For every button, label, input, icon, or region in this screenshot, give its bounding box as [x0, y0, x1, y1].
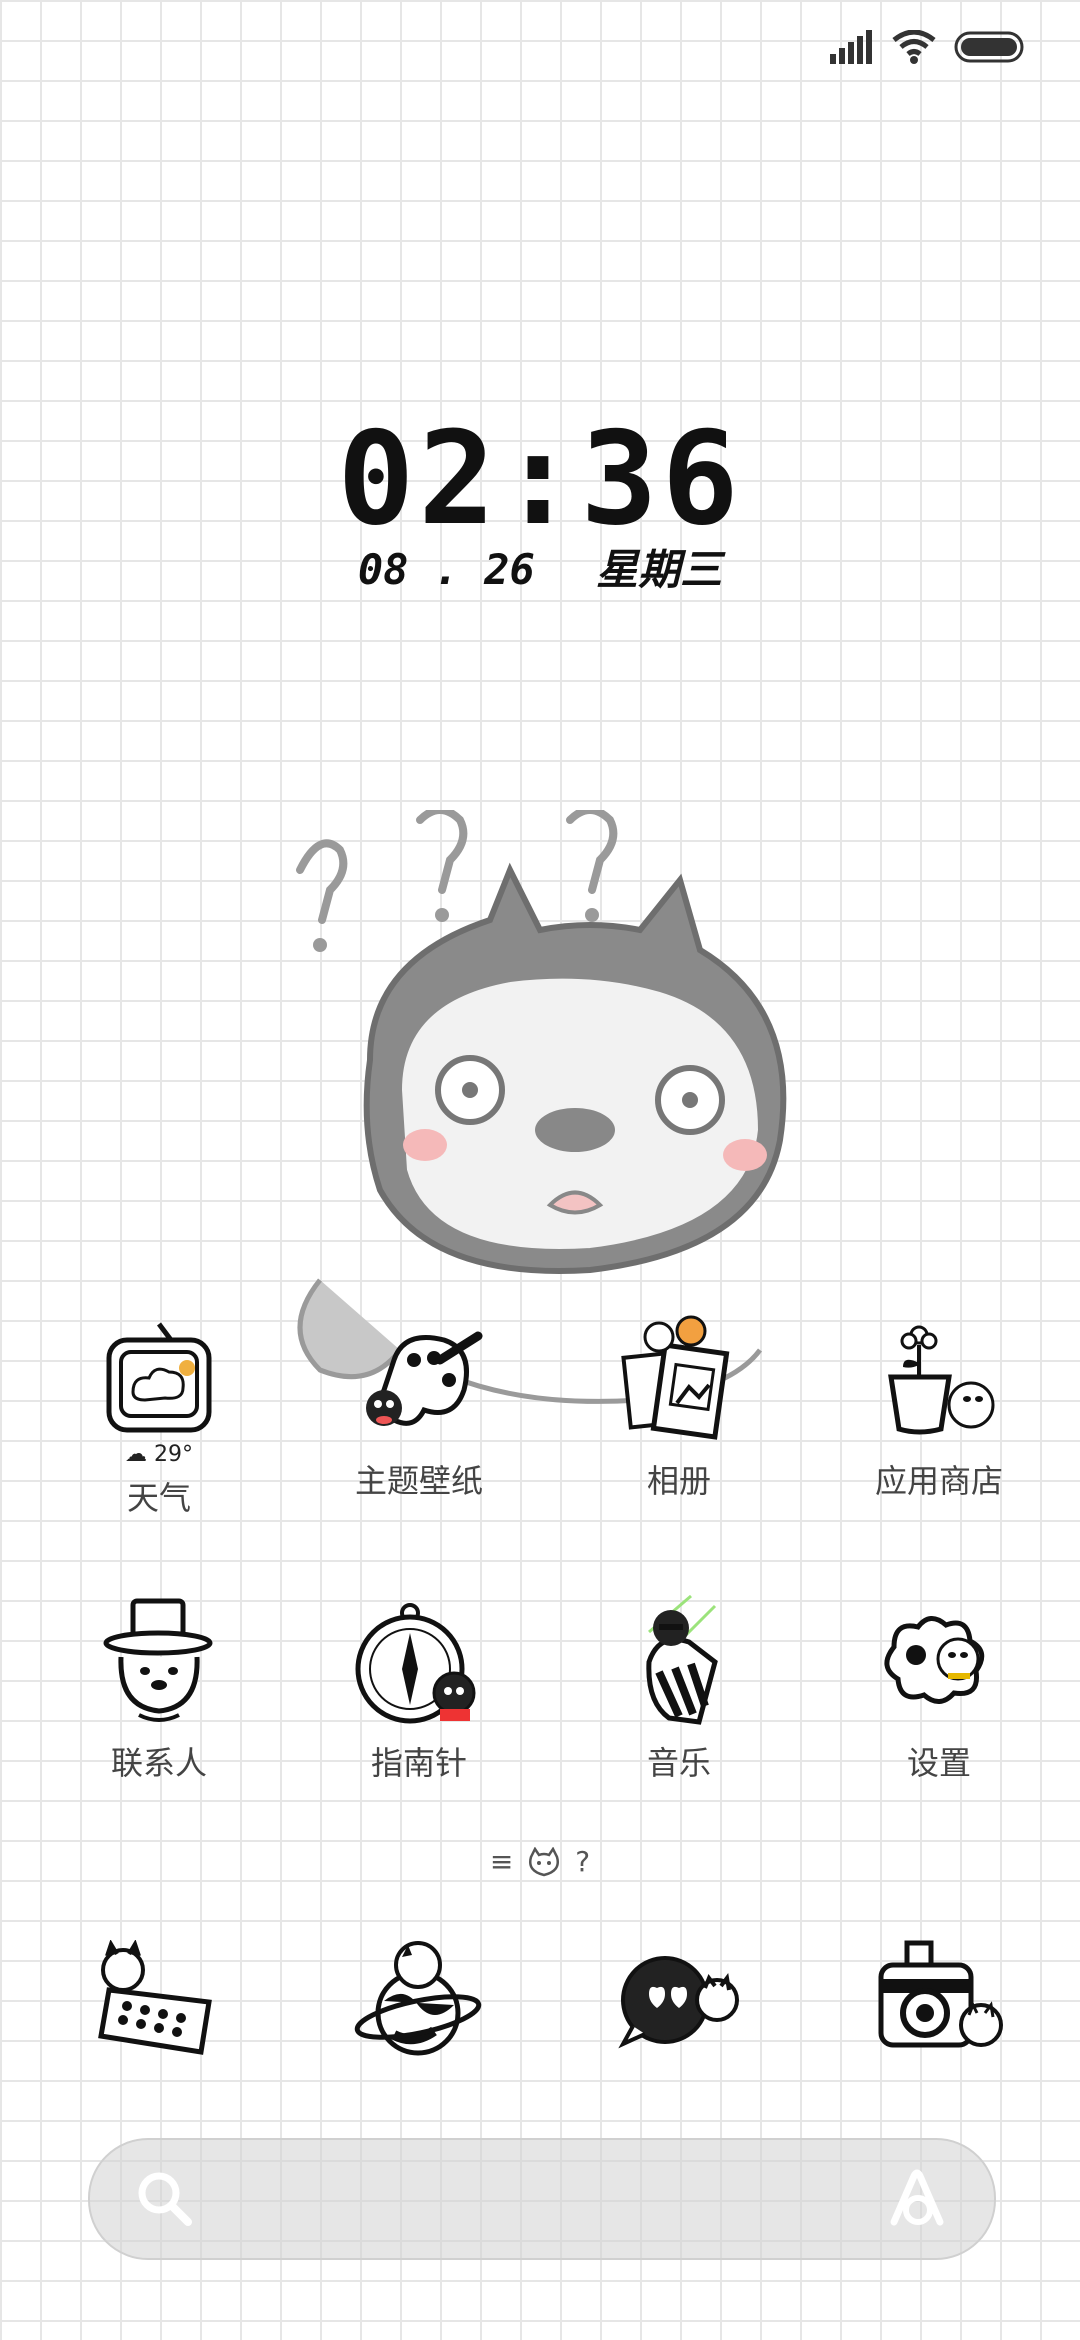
clock-date: 08 . 26 星期三 [0, 536, 1080, 597]
dock-browser[interactable] [292, 1930, 546, 2080]
search-icon [138, 2172, 192, 2226]
app-label: 主题壁纸 [354, 1462, 483, 1500]
compass-icon [344, 1592, 494, 1732]
app-label: 天气 [126, 1479, 191, 1517]
top-hat-dog-icon [84, 1592, 234, 1732]
dock-messages[interactable] [552, 1930, 806, 2080]
app-weather[interactable]: ☁ 29° 天气 [32, 1310, 286, 1592]
app-compass[interactable]: 指南针 [292, 1592, 546, 1874]
app-label: 应用商店 [874, 1462, 1003, 1500]
app-label: 联系人 [110, 1744, 207, 1782]
date-text: 08 . 26 [357, 545, 535, 594]
dog-face-icon [529, 1846, 560, 1876]
clock-time: 02:36 [337, 405, 743, 554]
app-row-2: 联系人 指南针 音乐 设置 [0, 1592, 1080, 1874]
app-music[interactable]: 音乐 [552, 1592, 806, 1874]
app-label: 设置 [906, 1744, 971, 1782]
chat-bubble-icon [604, 1930, 754, 2070]
app-store[interactable]: 应用商店 [812, 1310, 1066, 1592]
app-label: 音乐 [646, 1744, 711, 1782]
flower-pot-icon [864, 1310, 1014, 1450]
assistant-icon[interactable] [884, 2166, 950, 2232]
page-indicator[interactable]: ≡ ? [0, 1845, 1080, 1878]
weekday-text: 星期三 [596, 545, 723, 594]
app-settings[interactable]: 设置 [812, 1592, 1066, 1874]
weather-temperature: ☁ 29° [125, 1442, 193, 1467]
signal-bars-icon [830, 30, 872, 64]
dock-camera[interactable] [812, 1930, 1066, 2080]
battery-icon [954, 31, 1024, 63]
app-label: 指南针 [370, 1744, 467, 1782]
gear-icon [864, 1592, 1014, 1732]
gallery-photos-icon [604, 1310, 754, 1450]
menu-icon: ≡ [489, 1845, 514, 1878]
app-label: 相册 [646, 1462, 711, 1500]
search-bar[interactable] [88, 2138, 996, 2260]
app-themes[interactable]: 主题壁纸 [292, 1310, 546, 1592]
phone-keypad-icon [84, 1930, 234, 2070]
app-contacts[interactable]: 联系人 [32, 1592, 286, 1874]
status-bar [0, 0, 1080, 96]
weather-tv-icon [84, 1310, 234, 1450]
dock-phone[interactable] [32, 1930, 286, 2080]
app-gallery[interactable]: 相册 [552, 1310, 806, 1592]
wifi-icon [892, 30, 936, 64]
dock [0, 1930, 1080, 2080]
planet-icon [344, 1930, 494, 2070]
music-icon [604, 1592, 754, 1732]
palette-icon [344, 1310, 494, 1450]
camera-icon [864, 1930, 1014, 2070]
app-grid: ☁ 29° 天气 主题壁纸 相册 应用商店 联系人 指南针 音乐 设置 [0, 1310, 1080, 1874]
app-row-1: ☁ 29° 天气 主题壁纸 相册 应用商店 [0, 1310, 1080, 1592]
help-icon: ? [575, 1845, 591, 1878]
